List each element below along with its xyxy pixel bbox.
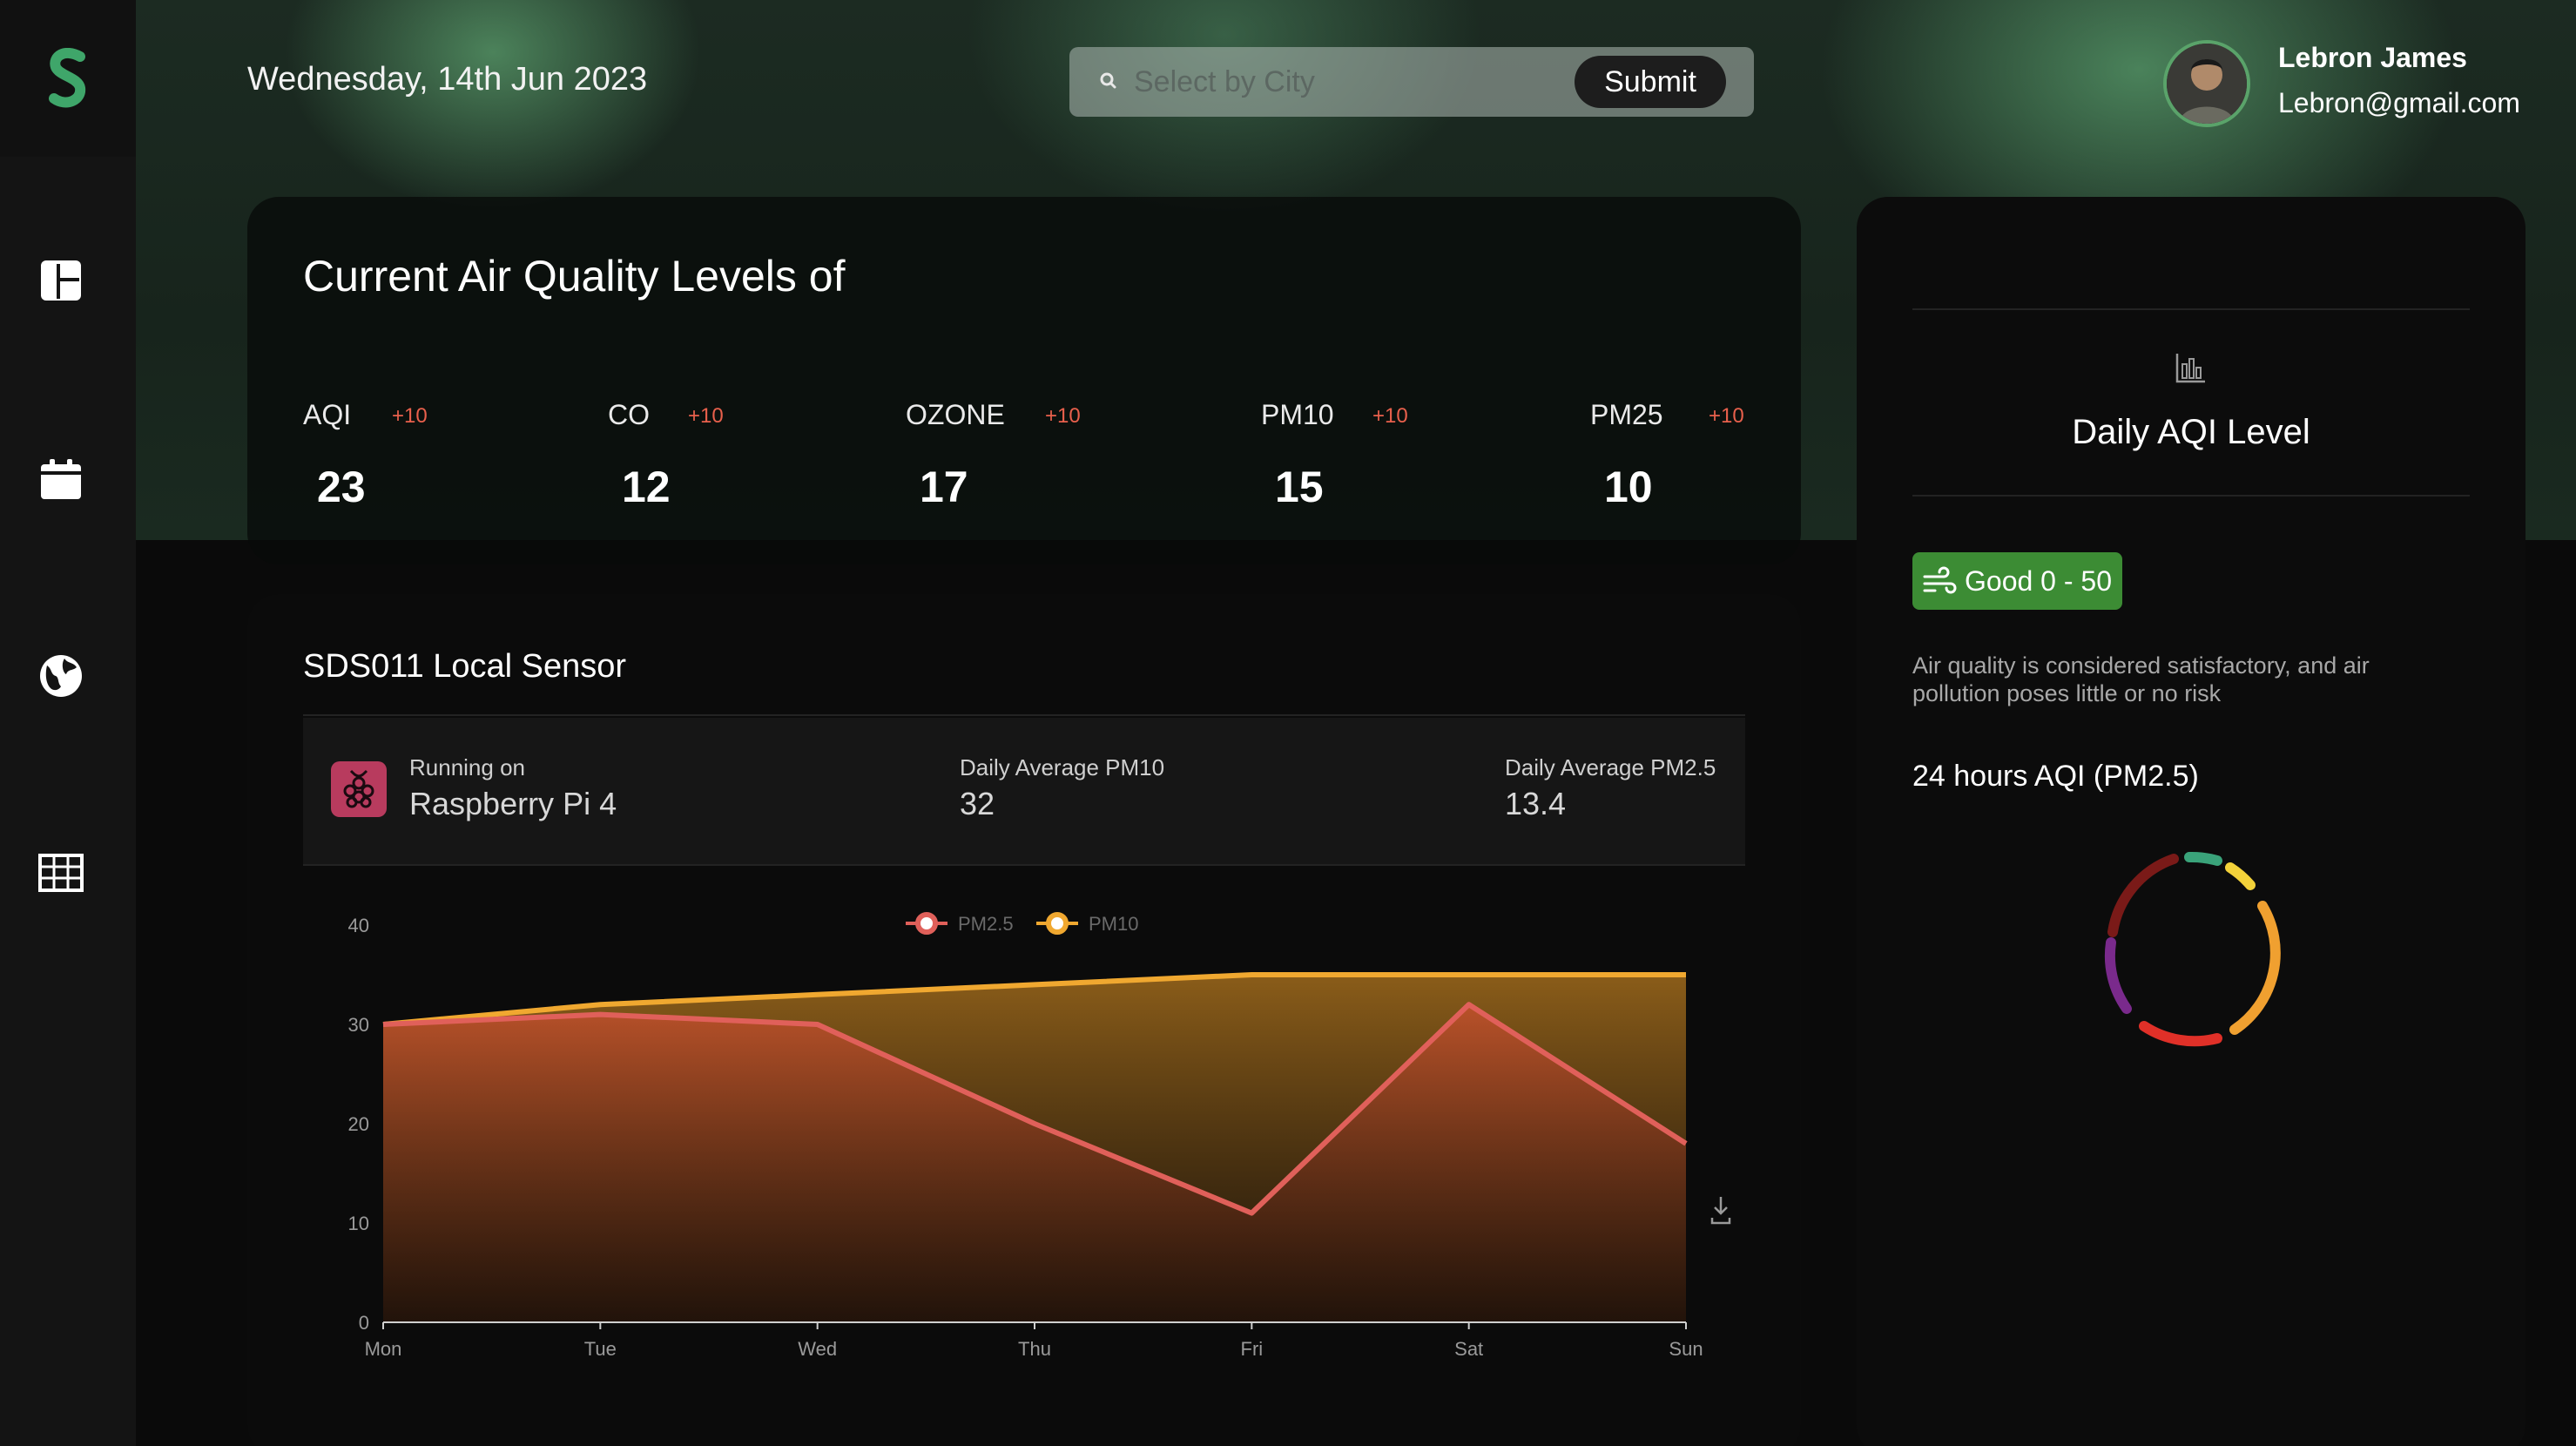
y-tick-label: 10 bbox=[348, 1213, 369, 1234]
x-tick-label: Sat bbox=[1454, 1338, 1483, 1360]
ring-segment-good bbox=[2184, 851, 2222, 866]
sensor-card: SDS011 Local Sensor Running on Raspberry… bbox=[247, 594, 1801, 1446]
metric-aqi: AQI +10 23 bbox=[303, 399, 428, 511]
metric-delta: +10 bbox=[1045, 404, 1081, 428]
metric-label: CO bbox=[608, 399, 650, 430]
avatar[interactable] bbox=[2163, 40, 2250, 127]
metric-delta: +10 bbox=[392, 404, 428, 428]
divider bbox=[303, 864, 1745, 866]
metric-co: CO +10 12 bbox=[608, 399, 724, 511]
dashboard-icon bbox=[41, 260, 81, 301]
legend-label: PM2.5 bbox=[958, 913, 1014, 935]
air-quality-card: Current Air Quality Levels of AQI +10 23… bbox=[247, 197, 1801, 564]
divider bbox=[1912, 495, 2470, 497]
current-date: Wednesday, 14th Jun 2023 bbox=[247, 61, 648, 98]
metric-label: OZONE bbox=[906, 399, 1005, 430]
ring-segment-sensitive bbox=[2229, 901, 2281, 1035]
ring-segment-moderate bbox=[2225, 862, 2256, 890]
sidebar bbox=[0, 0, 136, 1446]
y-tick-label: 40 bbox=[348, 915, 369, 936]
avg-pm25-label: Daily Average PM2.5 bbox=[1505, 754, 1716, 780]
user-email: Lebron@gmail.com bbox=[2278, 87, 2520, 118]
x-tick-label: Fri bbox=[1241, 1338, 1264, 1360]
sensor-title: SDS011 Local Sensor bbox=[303, 648, 627, 685]
globe-icon bbox=[40, 655, 82, 697]
wind-icon bbox=[1923, 566, 1957, 594]
legend-swatch-marker bbox=[915, 912, 938, 935]
y-tick-label: 30 bbox=[348, 1014, 369, 1036]
status-badge: Good 0 - 50 bbox=[1912, 552, 2122, 610]
metric-value: 17 bbox=[920, 463, 968, 511]
ring-segment-very-unhealthy bbox=[2104, 937, 2132, 1014]
device-name: Raspberry Pi 4 bbox=[409, 786, 617, 821]
logo-icon bbox=[49, 48, 86, 108]
logo[interactable] bbox=[0, 0, 136, 157]
metric-delta: +10 bbox=[1709, 404, 1744, 428]
legend-swatch-marker bbox=[1046, 912, 1069, 935]
metric-pm10: PM10 +10 15 bbox=[1261, 399, 1408, 511]
city-search: Submit bbox=[1069, 47, 1754, 117]
x-tick-label: Thu bbox=[1018, 1338, 1051, 1360]
divider bbox=[303, 714, 1745, 716]
metric-value: 15 bbox=[1275, 463, 1324, 511]
raspberry-pi-icon bbox=[331, 761, 387, 817]
metric-value: 12 bbox=[622, 463, 671, 511]
metric-delta: +10 bbox=[1372, 404, 1408, 428]
sidebar-item-table[interactable] bbox=[37, 848, 85, 897]
sensor-info-strip: Running on Raspberry Pi 4 Daily Average … bbox=[303, 718, 1745, 864]
air-quality-title: Current Air Quality Levels of bbox=[303, 252, 846, 301]
submit-button[interactable]: Submit bbox=[1575, 56, 1726, 108]
avg-pm10-value: 32 bbox=[960, 786, 995, 821]
table-icon bbox=[38, 854, 84, 892]
pm-area-chart: 0 10 20 30 40 Mon Tue Wed Thu Fri Sat Sun PM2.5 PM1… bbox=[348, 912, 1731, 1360]
metric-label: PM10 bbox=[1261, 399, 1334, 430]
bar-chart-icon bbox=[2175, 354, 2205, 383]
legend-label: PM10 bbox=[1089, 913, 1138, 935]
sidebar-item-map[interactable] bbox=[37, 652, 85, 700]
search-icon bbox=[1100, 72, 1116, 89]
avg-pm10-label: Daily Average PM10 bbox=[960, 754, 1165, 780]
avg-pm25-value: 13.4 bbox=[1505, 786, 1567, 821]
calendar-icon bbox=[41, 459, 81, 499]
aqi-ring-chart bbox=[2104, 851, 2281, 1047]
metric-label: PM25 bbox=[1590, 399, 1663, 430]
metric-value: 23 bbox=[317, 463, 366, 511]
x-tick-label: Mon bbox=[365, 1338, 402, 1360]
metric-pm25: PM25 +10 10 bbox=[1590, 399, 1744, 511]
status-badge-label: Good 0 - 50 bbox=[1965, 564, 2112, 597]
y-tick-label: 20 bbox=[348, 1113, 369, 1135]
aqi-description: Air quality is considered satisfactory, … bbox=[1912, 652, 2370, 706]
metric-delta: +10 bbox=[688, 404, 724, 428]
city-search-input[interactable] bbox=[1134, 61, 1569, 103]
metric-value: 10 bbox=[1604, 463, 1653, 511]
x-tick-label: Tue bbox=[584, 1338, 617, 1360]
x-tick-label: Wed bbox=[798, 1338, 837, 1360]
user-name: Lebron James bbox=[2278, 42, 2467, 73]
download-icon[interactable] bbox=[1710, 1197, 1731, 1225]
x-tick-label: Sun bbox=[1669, 1338, 1703, 1360]
24h-aqi-title: 24 hours AQI (PM2.5) bbox=[1912, 760, 2199, 793]
ring-segment-hazardous bbox=[2107, 854, 2179, 937]
divider bbox=[1912, 308, 2470, 310]
metric-ozone: OZONE +10 17 bbox=[906, 399, 1081, 511]
daily-aqi-card: Daily AQI Level Good 0 - 50 Air quality … bbox=[1857, 197, 2525, 1446]
metric-label: AQI bbox=[303, 399, 352, 430]
sidebar-item-dashboard[interactable] bbox=[37, 256, 85, 305]
ring-segment-unhealthy bbox=[2139, 1021, 2222, 1047]
running-on-label: Running on bbox=[409, 754, 525, 780]
sidebar-item-calendar[interactable] bbox=[37, 455, 85, 503]
user-avatar-icon bbox=[2167, 44, 2247, 124]
daily-aqi-title: Daily AQI Level bbox=[2072, 413, 2310, 451]
y-tick-label: 0 bbox=[359, 1312, 369, 1334]
